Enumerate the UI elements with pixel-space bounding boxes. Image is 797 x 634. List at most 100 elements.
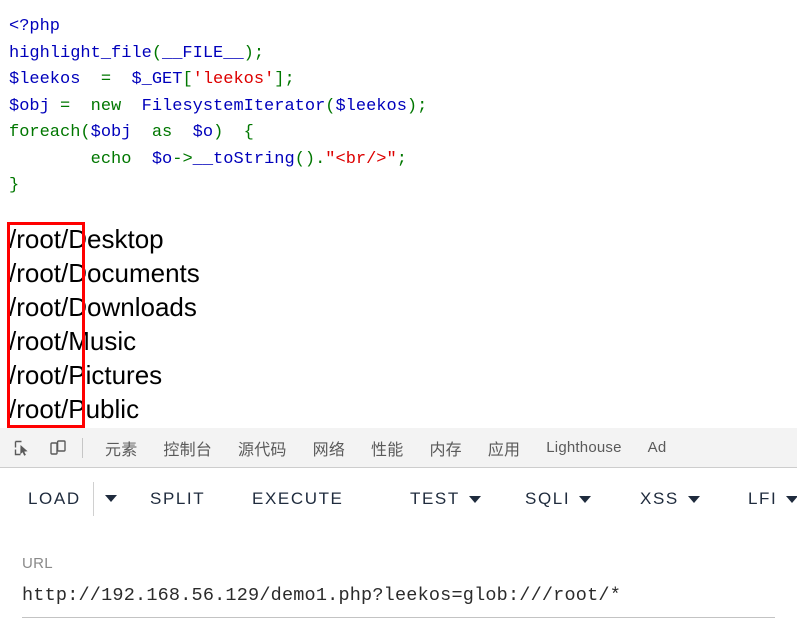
- code-token: (: [80, 123, 91, 142]
- chevron-down-icon[interactable]: [687, 495, 700, 503]
- code-token: (: [325, 96, 336, 116]
- url-input-underline: [22, 617, 775, 618]
- output-file-path: /root/Music: [9, 325, 137, 356]
- url-input[interactable]: http://192.168.56.129/demo1.php?leekos=g…: [22, 585, 621, 606]
- devtools-tab[interactable]: Ad: [635, 439, 680, 456]
- output-file-path: /root/Public: [9, 393, 140, 424]
- chevron-down-icon[interactable]: [468, 495, 481, 503]
- device-toolbar-icon[interactable]: [44, 434, 72, 462]
- code-token: <?php: [9, 17, 61, 36]
- code-line: foreach($obj as $o) {: [9, 120, 797, 147]
- code-line: $obj = new FilesystemIterator($leekos);: [9, 94, 797, 121]
- toolbar-button-split[interactable]: SPLIT: [150, 489, 205, 509]
- url-label: URL: [22, 555, 53, 572]
- code-token: ;: [253, 43, 265, 63]
- toolbar-button-xss[interactable]: XSS: [640, 489, 700, 509]
- toolbar-divider: [82, 437, 83, 458]
- code-token: $o: [151, 149, 173, 169]
- code-token: __toString: [192, 149, 295, 169]
- browser-page-content: <?php highlight_file(__FILE__); $leekos = …: [0, 0, 797, 428]
- toolbar-button-lfi[interactable]: LFI: [748, 489, 797, 509]
- output-file-path: /root/Pictures: [9, 359, 163, 390]
- code-token: ;: [396, 149, 407, 169]
- code-token: echo: [90, 149, 132, 169]
- code-token: {: [243, 123, 254, 142]
- toolbar-button-label: LOAD: [28, 489, 81, 508]
- code-line: echo $o->__toString()."<br/>";: [9, 147, 797, 174]
- code-token: foreach: [9, 123, 81, 142]
- url-field-section: URL http://192.168.56.129/demo1.php?leek…: [0, 540, 797, 634]
- inspect-element-icon[interactable]: [8, 434, 36, 462]
- code-token: (: [151, 43, 163, 63]
- code-token: __FILE__: [162, 43, 244, 63]
- toolbar-button-sqli[interactable]: SQLI: [525, 489, 592, 509]
- toolbar-divider: [93, 482, 94, 516]
- code-token: ): [243, 43, 254, 63]
- toolbar-button-test[interactable]: TEST: [410, 489, 481, 509]
- code-token: $obj: [9, 96, 50, 116]
- hackbar-action-toolbar: LOAD SPLIT EXECUTE TEST SQLI XSS LFI: [0, 469, 797, 529]
- code-token: .: [315, 149, 326, 169]
- toolbar-button-load[interactable]: LOAD: [28, 489, 81, 509]
- code-token: ;: [417, 96, 428, 116]
- code-token: new: [90, 96, 122, 116]
- code-token: $_GET: [131, 70, 183, 89]
- code-token: ->: [172, 149, 193, 169]
- devtools-tab[interactable]: Lighthouse: [533, 439, 634, 456]
- code-token: }: [9, 176, 20, 195]
- toolbar-button-label: LFI: [748, 489, 778, 508]
- code-token: FilesystemIterator: [141, 96, 326, 116]
- output-file-path: /root/Downloads: [9, 291, 197, 322]
- devtools-tab[interactable]: 应用: [475, 436, 533, 460]
- code-token: ;: [284, 70, 295, 89]
- code-token: [: [182, 70, 193, 89]
- chevron-down-icon[interactable]: [579, 495, 592, 503]
- toolbar-button-execute[interactable]: EXECUTE: [252, 489, 344, 509]
- code-token: "<br/>": [325, 149, 397, 169]
- devtools-tab[interactable]: 控制台: [150, 436, 225, 460]
- load-dropdown-caret-icon[interactable]: [105, 495, 117, 502]
- devtools-tab[interactable]: 性能: [358, 436, 416, 460]
- output-file-path: /root/Desktop: [9, 223, 164, 254]
- code-token: ): [213, 123, 224, 142]
- code-line: $leekos = $_GET['leekos'];: [9, 67, 797, 94]
- toolbar-button-label: SPLIT: [150, 489, 206, 508]
- code-token: =: [60, 96, 71, 116]
- code-line: }: [9, 173, 797, 200]
- code-line: <?php: [9, 14, 797, 41]
- devtools-tab[interactable]: 内存: [416, 436, 474, 460]
- devtools-tab[interactable]: 元素: [92, 436, 150, 460]
- php-source-code: <?php highlight_file(__FILE__); $leekos = …: [0, 0, 797, 200]
- code-token: 'leekos': [192, 70, 275, 89]
- devtools-tab-bar: 元素 控制台 源代码 网络 性能 内存 应用 Lighthouse Ad: [0, 428, 797, 468]
- code-token: $obj: [90, 123, 132, 142]
- code-token: as: [151, 123, 173, 142]
- toolbar-button-label: XSS: [640, 489, 679, 508]
- devtools-tabs: 元素 控制台 源代码 网络 性能 内存 应用 Lighthouse Ad: [92, 436, 679, 460]
- code-token: ]: [274, 70, 285, 89]
- chevron-down-icon[interactable]: [786, 495, 797, 503]
- toolbar-button-label: EXECUTE: [252, 489, 344, 508]
- code-token: =: [100, 70, 112, 89]
- devtools-tab[interactable]: 源代码: [225, 436, 300, 460]
- devtools-tab[interactable]: 网络: [300, 436, 358, 460]
- code-token: ): [406, 96, 418, 116]
- output-file-path: /root/Documents: [9, 257, 200, 288]
- code-line: highlight_file(__FILE__);: [9, 41, 797, 68]
- code-token: highlight_file: [9, 43, 152, 63]
- toolbar-button-label: TEST: [410, 489, 460, 508]
- toolbar-button-label: SQLI: [525, 489, 571, 508]
- code-token: $o: [192, 123, 214, 142]
- code-token: (): [294, 149, 316, 169]
- code-token: $leekos: [9, 70, 81, 89]
